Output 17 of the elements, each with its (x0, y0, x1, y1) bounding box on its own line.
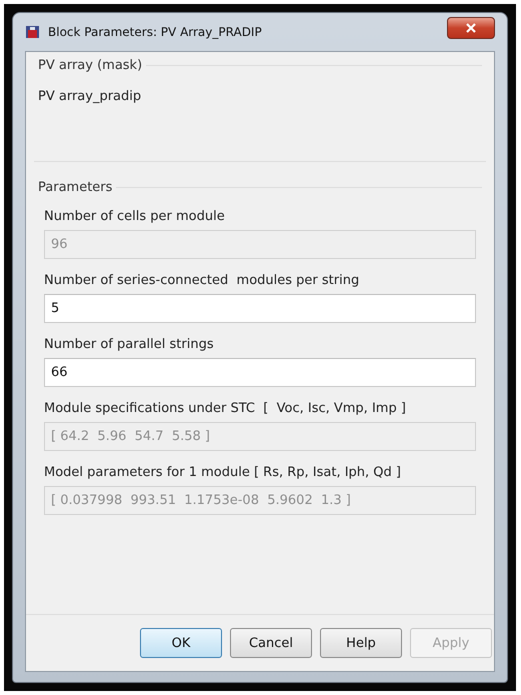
dialog-button[interactable]: Help (320, 628, 402, 658)
window-title: Block Parameters: PV Array_PRADIP (48, 25, 263, 39)
field-label: Model parameters for 1 module [ Rs, Rp, Isat, Iph, Qd ] (44, 465, 402, 480)
input-field[interactable]: 5 (44, 294, 476, 323)
field-label: Number of series-connected modules per string (44, 273, 360, 288)
dialog-button[interactable]: OK (140, 628, 222, 658)
field-label: Number of cells per module (44, 209, 226, 224)
group-title: PV array (mask) (38, 58, 142, 73)
dialog-button[interactable]: Cancel (230, 628, 312, 658)
close-icon (466, 23, 476, 33)
group-title: Parameters (38, 180, 112, 195)
field-label: Number of parallel strings (44, 337, 215, 352)
input-field[interactable]: 66 (44, 358, 476, 387)
close-button[interactable] (447, 17, 495, 39)
field-label: Module specifications under STC [ Voc, Isc, Vmp, Imp ] (44, 401, 407, 416)
app-icon (25, 24, 41, 40)
mask-description: PV array_pradip (38, 89, 142, 106)
